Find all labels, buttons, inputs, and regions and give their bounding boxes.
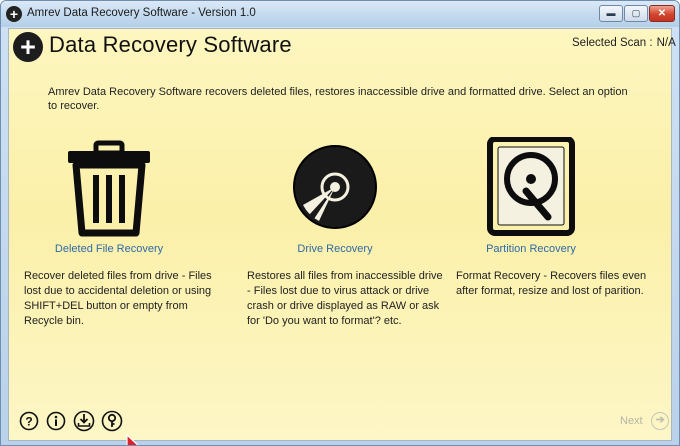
help-icon[interactable]: ? [19,411,39,431]
selected-scan-status: Selected Scan : N/A [572,37,676,49]
minimize-button[interactable]: ▬ [599,5,623,22]
info-icon[interactable] [46,411,66,431]
drive-recovery-description: Restores all files from inaccessible dri… [247,270,443,327]
partition-recovery-description: Format Recovery - Recovers files even af… [456,270,647,297]
svg-text:?: ? [25,415,32,429]
maximize-button[interactable]: ▢ [624,5,648,22]
app-logo-icon: + [6,6,22,22]
partition-recovery-link[interactable]: Partition Recovery [446,243,616,255]
app-window: + Amrev Data Recovery Software - Version… [0,0,680,446]
download-icon[interactable] [73,410,95,432]
drive-recovery-link[interactable]: Drive Recovery [250,243,420,255]
hard-drive-icon[interactable] [486,137,576,237]
key-icon[interactable] [101,410,123,432]
drive-recovery-option[interactable]: Drive Recovery [250,137,420,255]
disc-icon[interactable] [285,137,385,237]
deleted-file-recovery-option[interactable]: Deleted File Recovery [24,137,194,255]
selected-scan-value: N/A [656,37,676,49]
intro-text: Amrev Data Recovery Software recovers de… [48,86,628,112]
selected-scan-label: Selected Scan : [572,37,653,49]
arrow-right-icon: ➔ [651,412,670,430]
window-title: Amrev Data Recovery Software - Version 1… [27,7,256,19]
main-panel: + Data Recovery Software Selected Scan :… [8,28,676,445]
close-button[interactable]: ✕ [649,5,675,22]
next-label: Next [620,415,643,427]
deleted-file-recovery-description: Recover deleted files from drive - Files… [24,270,212,327]
partition-recovery-option[interactable]: Partition Recovery [446,137,616,255]
trash-icon[interactable] [64,137,154,237]
page-title: Data Recovery Software [49,32,292,57]
next-button[interactable]: Next ➔ [620,412,670,430]
app-logo-icon: + [13,32,43,62]
mouse-cursor-icon [126,434,139,445]
title-bar[interactable]: + Amrev Data Recovery Software - Version… [1,1,679,27]
deleted-file-recovery-link[interactable]: Deleted File Recovery [24,243,194,255]
